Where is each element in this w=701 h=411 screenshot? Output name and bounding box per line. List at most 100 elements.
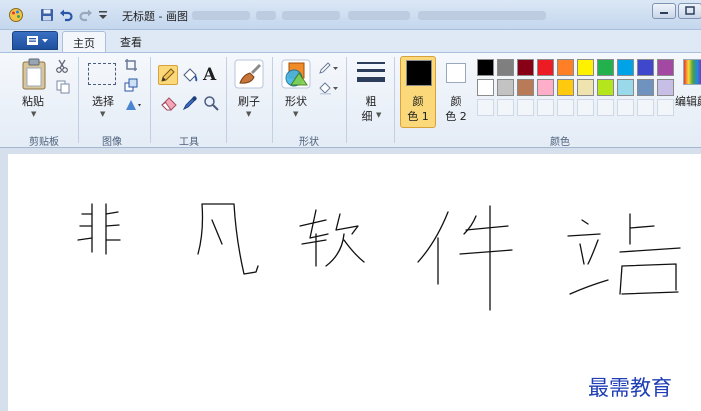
color-picker-icon[interactable]: [182, 95, 198, 111]
brushes-button[interactable]: 刷子: [232, 93, 266, 109]
tools-group-label: 工具: [179, 137, 199, 148]
group-separator: [78, 57, 79, 143]
custom-color-slot[interactable]: [577, 99, 594, 116]
pencil-icon: [161, 68, 175, 82]
minimize-button[interactable]: [652, 3, 676, 19]
custom-color-slot[interactable]: [517, 99, 534, 116]
edit-colors-button[interactable]: 编辑颜: [675, 93, 701, 109]
customize-toolbar-icon[interactable]: [98, 8, 108, 22]
tab-home[interactable]: 主页: [62, 31, 106, 52]
fill-icon[interactable]: [181, 67, 199, 84]
edit-colors-icon[interactable]: [683, 59, 701, 85]
palette-color-swatch[interactable]: [517, 59, 534, 76]
color2-label-top[interactable]: 颜: [438, 93, 474, 109]
palette-color-swatch[interactable]: [557, 79, 574, 96]
group-separator: [346, 57, 347, 143]
maximize-icon: [685, 6, 695, 15]
size-label-thick[interactable]: 粗: [356, 93, 386, 109]
custom-color-slot[interactable]: [557, 99, 574, 116]
custom-color-slot[interactable]: [637, 99, 654, 116]
brushes-chevron-icon[interactable]: ▼: [246, 110, 251, 118]
ribbon-tabs: 主页 查看: [0, 30, 701, 52]
window-title: 无标题 - 画图: [122, 10, 188, 23]
cut-icon[interactable]: [55, 59, 69, 73]
color2-label-bottom[interactable]: 色 2: [438, 108, 474, 124]
select-icon[interactable]: [88, 63, 116, 85]
blurred-region: [256, 11, 276, 20]
palette-color-swatch[interactable]: [537, 59, 554, 76]
paste-button[interactable]: 粘贴: [16, 93, 50, 109]
palette-color-swatch[interactable]: [637, 79, 654, 96]
crop-icon[interactable]: [124, 58, 138, 72]
color2-swatch[interactable]: [446, 63, 466, 83]
select-button[interactable]: 选择: [86, 93, 120, 109]
group-separator: [272, 57, 273, 143]
blurred-region: [282, 11, 340, 20]
title-bar: 无标题 - 画图: [0, 0, 701, 30]
menu-icon: [27, 36, 48, 45]
group-separator: [394, 57, 395, 143]
magnifier-icon[interactable]: [203, 95, 219, 111]
paint-app-icon[interactable]: [8, 7, 24, 23]
palette-color-swatch[interactable]: [637, 59, 654, 76]
paste-icon[interactable]: [20, 58, 48, 90]
brush-icon[interactable]: [234, 59, 264, 89]
size-icon[interactable]: [356, 59, 386, 87]
palette-color-swatch[interactable]: [497, 59, 514, 76]
palette-color-swatch[interactable]: [597, 79, 614, 96]
shapes-chevron-icon[interactable]: ▼: [293, 110, 298, 118]
fill-shape-icon[interactable]: [318, 81, 340, 95]
palette-color-swatch[interactable]: [517, 79, 534, 96]
resize-icon[interactable]: [124, 78, 138, 92]
blurred-region: [348, 11, 410, 20]
palette-color-swatch[interactable]: [577, 59, 594, 76]
custom-color-slot[interactable]: [477, 99, 494, 116]
group-separator: [150, 57, 151, 143]
eraser-icon[interactable]: [160, 95, 178, 111]
group-separator: [226, 57, 227, 143]
palette-color-swatch[interactable]: [537, 79, 554, 96]
palette-color-swatch[interactable]: [617, 79, 634, 96]
tab-view[interactable]: 查看: [110, 31, 152, 52]
colors-group-label: 颜色: [550, 137, 570, 148]
shapes-icon[interactable]: [281, 59, 311, 89]
custom-color-slot[interactable]: [497, 99, 514, 116]
blurred-region: [418, 11, 546, 20]
text-tool-icon[interactable]: A: [203, 65, 216, 85]
ribbon-home: 粘贴 ▼ 剪贴板 选择 ▼ 图像 A 工具 刷子 ▼ 形状 ▼ 形状 粗 细 ▼…: [0, 52, 701, 148]
palette-color-swatch[interactable]: [597, 59, 614, 76]
palette-color-swatch[interactable]: [557, 59, 574, 76]
palette-color-swatch[interactable]: [477, 59, 494, 76]
palette-color-swatch[interactable]: [657, 79, 674, 96]
custom-color-slot[interactable]: [617, 99, 634, 116]
size-label-thin[interactable]: 细: [356, 108, 378, 124]
color1-swatch: [406, 60, 432, 86]
redo-icon[interactable]: [79, 8, 93, 22]
color1-label-top: 颜: [412, 95, 424, 108]
copy-icon[interactable]: [56, 80, 70, 94]
clipboard-group-label: 剪贴板: [29, 137, 59, 148]
image-group-label: 图像: [102, 137, 122, 148]
palette-color-swatch[interactable]: [657, 59, 674, 76]
custom-color-slot[interactable]: [537, 99, 554, 116]
outline-icon[interactable]: [318, 61, 340, 75]
palette-color-swatch[interactable]: [477, 79, 494, 96]
palette-color-swatch[interactable]: [497, 79, 514, 96]
rotate-icon[interactable]: [124, 98, 142, 112]
shapes-group-label: 形状: [299, 137, 319, 148]
pencil-tool-button[interactable]: [158, 65, 178, 85]
paste-chevron-icon[interactable]: ▼: [31, 110, 36, 118]
save-icon[interactable]: [40, 8, 54, 22]
drawing-canvas[interactable]: 最需教育: [8, 154, 701, 411]
size-chevron-icon[interactable]: ▼: [376, 111, 381, 119]
undo-icon[interactable]: [59, 8, 73, 22]
select-chevron-icon[interactable]: ▼: [100, 110, 105, 118]
maximize-button[interactable]: [678, 3, 701, 19]
paint-menu-button[interactable]: [12, 31, 58, 50]
shapes-button[interactable]: 形状: [279, 93, 313, 109]
palette-color-swatch[interactable]: [577, 79, 594, 96]
color1-label-bottom: 色 1: [407, 110, 429, 123]
palette-color-swatch[interactable]: [617, 59, 634, 76]
custom-color-slot[interactable]: [657, 99, 674, 116]
custom-color-slot[interactable]: [597, 99, 614, 116]
